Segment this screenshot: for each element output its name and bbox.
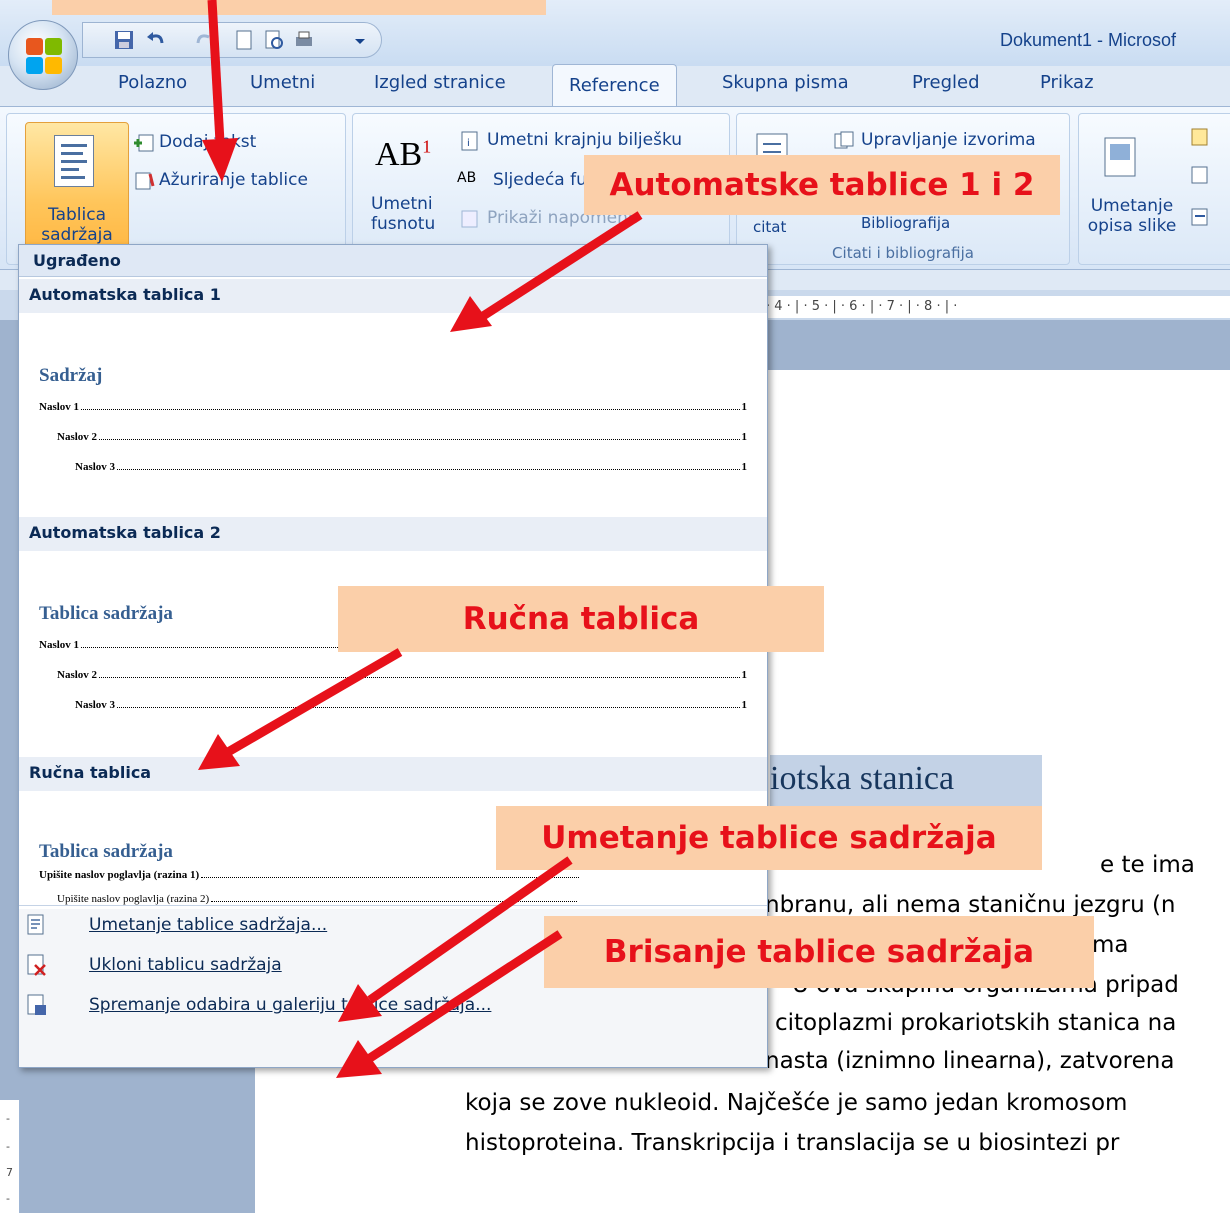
tab-reference[interactable]: Reference [552, 64, 677, 110]
insert-caption-button[interactable]: Umetanje opisa slike [1087, 196, 1177, 236]
callout-insert-toc: Umetanje tablice sadržaja [496, 806, 1042, 870]
add-text-button[interactable]: Dodaj tekst [159, 132, 256, 152]
toc-line-text: Naslov 3 [75, 699, 116, 711]
add-text-icon [134, 134, 154, 152]
toc-preview-line: Upišite naslov poglavlja (razina 2) [57, 889, 577, 905]
preview-heading: Sadržaj [39, 365, 103, 386]
vertical-ruler[interactable]: - - 7 - [0, 1100, 20, 1213]
redo-icon[interactable] [193, 29, 215, 51]
toc-line-text: Naslov 3 [75, 461, 116, 473]
window-title: Dokument1 - Microsof [1000, 30, 1177, 50]
vertical-ruler-mark: - [6, 1112, 10, 1125]
remove-toc-label: Ukloni tablicu sadržaja [89, 955, 282, 975]
vertical-ruler-mark: 7 [6, 1166, 13, 1179]
toc-group: Tablica sadržaja Dodaj tekst Ažuriranje … [6, 113, 346, 270]
toc-line-text: Naslov 1 [39, 401, 80, 413]
insert-caption-icon [1104, 137, 1136, 177]
vertical-ruler-mark: - [6, 1140, 10, 1153]
show-notes-icon [461, 210, 478, 228]
tab-umetni[interactable]: Umetni [250, 72, 315, 93]
insert-endnote-icon: i [461, 131, 478, 151]
tab-prikaz[interactable]: Prikaz [1040, 72, 1094, 93]
toc-line-text: Naslov 1 [39, 639, 80, 651]
document-text-line: citoplazmi prokariotskih stanica na [775, 1010, 1177, 1036]
toc-line-page: 1 [741, 401, 748, 413]
table-of-contents-icon [54, 135, 94, 187]
update-table-button[interactable]: Ažuriranje tablice [159, 170, 308, 190]
document-text-line: koja se zove nukleoid. Najčešće je samo … [465, 1090, 1128, 1116]
vertical-ruler-mark: - [6, 1192, 10, 1205]
callout-automatic-tables: Automatske tablice 1 i 2 [584, 155, 1060, 215]
quick-access-toolbar [82, 22, 382, 58]
print-preview-icon[interactable] [263, 29, 285, 51]
insert-toc-label: Umetanje tablice sadržaja... [89, 915, 328, 935]
gallery-entry-title: Automatska tablica 1 [19, 279, 767, 313]
toc-button-label: Tablica sadržaja [41, 205, 113, 245]
ruler-scale: · 4 · | · 5 · | · 6 · | · 7 · | · 8 · | … [760, 296, 1230, 318]
toc-line-page: 1 [741, 699, 748, 711]
cross-reference-icon[interactable] [1189, 206, 1211, 228]
callout-manual-table: Ručna tablica [338, 586, 824, 652]
manage-sources-button[interactable]: Upravljanje izvorima [861, 130, 1036, 150]
toc-preview-line: Naslov 3 1 [75, 695, 747, 711]
insert-toc-icon [27, 914, 44, 935]
tab-skupna-pisma[interactable]: Skupna pisma [722, 72, 849, 93]
undo-icon[interactable] [145, 29, 167, 51]
ribbon-tabs: Polazno Umetni Izgled stranice Reference… [0, 62, 1230, 110]
save-selection-icon [27, 994, 46, 1015]
toc-line-text: Naslov 2 [57, 431, 98, 443]
tab-pregled[interactable]: Pregled [912, 72, 980, 93]
toc-preview-line: Naslov 2 1 [57, 665, 747, 681]
print-icon[interactable] [293, 29, 315, 51]
document-text-line: ma [1092, 932, 1129, 958]
gallery-header: Ugrađeno [19, 245, 767, 277]
tab-izgled-stranice[interactable]: Izgled stranice [374, 72, 506, 93]
toc-line-page: 1 [741, 461, 748, 473]
gallery-separator [19, 905, 767, 906]
citations-group-label: Citati i bibliografija [832, 244, 974, 262]
customize-toolbar-icon[interactable] [349, 29, 371, 51]
document-text-line: nbranu, ali nema staničnu jezgru (n [765, 892, 1176, 918]
gallery-entry-title: Ručna tablica [19, 757, 767, 791]
captions-group: Umetanje opisa slike [1078, 113, 1230, 265]
office-button[interactable] [8, 20, 78, 90]
toc-preview-line: Naslov 3 1 [75, 457, 747, 473]
save-icon[interactable] [113, 29, 135, 51]
new-document-icon[interactable] [233, 29, 255, 51]
callout-top [52, 0, 546, 15]
document-text-line: histoproteina. Transkripcija i translaci… [465, 1130, 1120, 1156]
preview-heading: Tablica sadržaja [39, 603, 173, 624]
save-selection-label: Spremanje odabira u galeriju tablice sad… [89, 995, 492, 1015]
toc-line-page: 1 [741, 431, 748, 443]
callout-delete-toc: Brisanje tablice sadržaja [544, 916, 1094, 988]
toc-line-text: Naslov 2 [57, 669, 98, 681]
next-footnote-icon: AB [457, 170, 477, 186]
document-text-line: nasta (iznimno linearna), zatvorena [765, 1048, 1175, 1074]
toc-line-text: Upišite naslov poglavlja (razina 1) [39, 869, 200, 881]
preview-heading: Tablica sadržaja [39, 841, 173, 862]
document-text-line: e te ima [1100, 852, 1195, 878]
toc-preview-line: Naslov 1 1 [39, 397, 747, 413]
document-heading: iotska stanica [770, 760, 955, 797]
update-table-icon [135, 172, 155, 190]
toc-line-text: Upišite naslov poglavlja (razina 2) [57, 893, 210, 905]
tab-polazno[interactable]: Polazno [118, 72, 187, 93]
svg-text:i: i [467, 138, 470, 149]
toc-preview-line: Naslov 2 1 [57, 427, 747, 443]
insert-citation-button[interactable]: citat [753, 218, 786, 236]
insert-endnote-button[interactable]: Umetni krajnju bilješku [487, 130, 682, 150]
insert-footnote-button[interactable]: Umetni fusnotu [371, 194, 435, 234]
toc-line-page: 1 [741, 669, 748, 681]
manage-sources-icon [834, 131, 854, 149]
save-selection-command[interactable]: Spremanje odabira u galeriju tablice sad… [19, 989, 767, 1023]
insert-table-of-figures-icon[interactable] [1189, 126, 1211, 148]
office-logo-icon [26, 38, 62, 74]
update-table-of-figures-icon[interactable] [1189, 164, 1211, 186]
insert-footnote-icon: AB1 [375, 136, 432, 173]
gallery-entry-title: Automatska tablica 2 [19, 517, 767, 551]
remove-toc-icon [27, 954, 46, 976]
bibliography-button[interactable]: Bibliografija [861, 214, 950, 232]
